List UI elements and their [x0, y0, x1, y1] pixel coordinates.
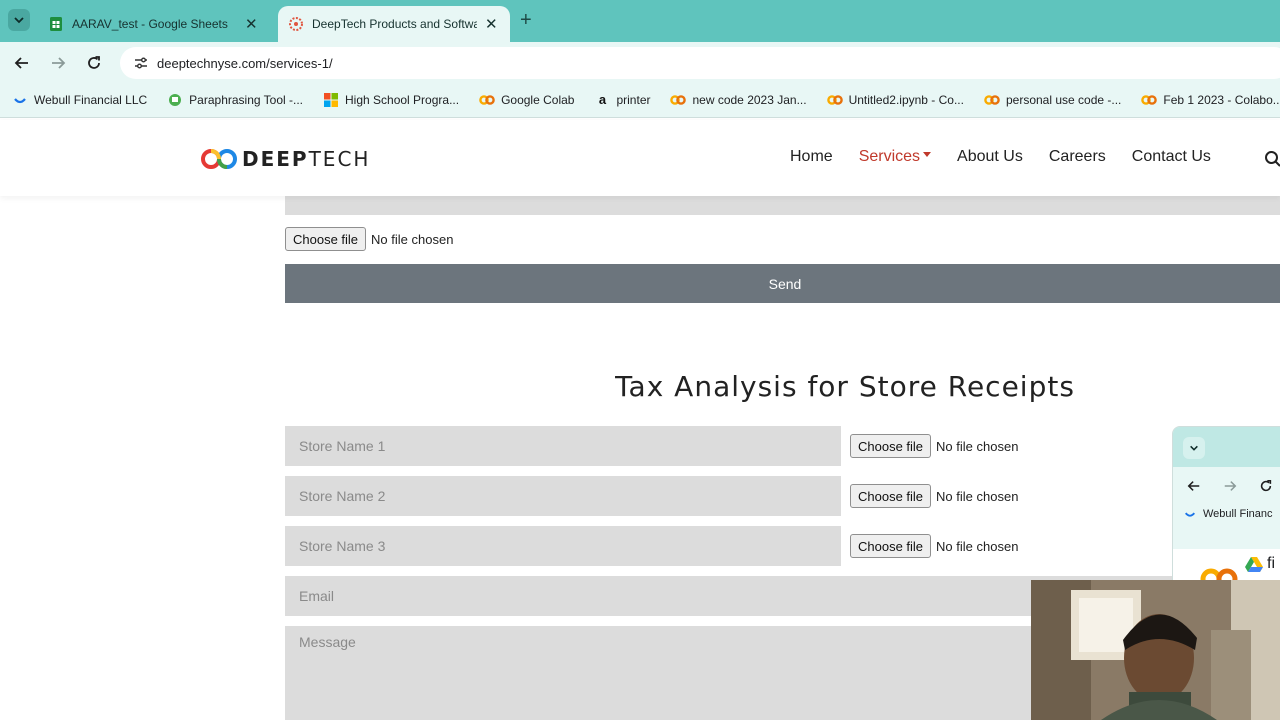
browser-tab-strip: AARAV_test - Google Sheets ✕ DeepTech Pr…: [0, 0, 1280, 42]
webull-icon: [1184, 512, 1196, 517]
url-text: deeptechnyse.com/services-1/: [157, 55, 333, 71]
bookmark-label: Untitled2.ipynb - Co...: [848, 92, 964, 107]
bookmark-label: Webull Financ: [1203, 508, 1273, 520]
nav-contact-us[interactable]: Contact Us: [1132, 148, 1211, 166]
colab-icon: [479, 92, 495, 108]
file-status: No file chosen: [936, 488, 1019, 504]
choose-file-button[interactable]: Choose file: [850, 534, 932, 558]
close-icon[interactable]: ✕: [245, 17, 258, 32]
secondary-tab-strip: [1173, 427, 1280, 467]
main-navigation: Home Services About Us Careers Contact U…: [790, 148, 1237, 166]
logo-text: DEEPTECH: [242, 147, 371, 171]
section-title: Tax Analysis for Store Receipts: [615, 370, 1075, 403]
store-name-3-input[interactable]: Store Name 3: [285, 526, 841, 566]
bookmark-label: personal use code -...: [1005, 92, 1122, 107]
bookmark-label: printer: [616, 92, 651, 107]
tab-search-button[interactable]: [1183, 437, 1205, 459]
file-status: No file chosen: [371, 231, 454, 247]
chevron-down-icon: [1190, 445, 1198, 451]
bookmark-paraphrasing-tool[interactable]: Paraphrasing Tool -...: [167, 92, 303, 108]
colab-icon: [984, 92, 1000, 108]
reload-button[interactable]: [83, 52, 105, 74]
microsoft-icon: [323, 92, 339, 108]
bookmark-high-school-programs[interactable]: High School Progra...: [323, 92, 459, 108]
nav-services-label: Services: [858, 148, 921, 165]
deeptech-logo-icon: [201, 149, 237, 169]
deeptech-logo[interactable]: DEEPTECH: [200, 147, 370, 171]
site-header: DEEPTECH Home Services About Us Careers …: [0, 120, 1280, 196]
chevron-down-icon: [14, 17, 24, 24]
reload-icon[interactable]: [1259, 479, 1273, 493]
forward-button[interactable]: [47, 52, 69, 74]
tab-google-sheets[interactable]: AARAV_test - Google Sheets ✕: [38, 6, 274, 42]
bookmark-webull[interactable]: Webull Financial LLC: [12, 92, 147, 108]
secondary-toolbar: [1173, 467, 1280, 503]
bookmark-label: Paraphrasing Tool -...: [189, 92, 304, 107]
choose-file-button[interactable]: Choose file: [850, 484, 932, 508]
colab-icon: [670, 92, 687, 108]
tab-deeptech[interactable]: DeepTech Products and Softwa ✕: [278, 6, 510, 42]
sheets-icon: [50, 17, 62, 31]
browser-toolbar: deeptechnyse.com/services-1/: [0, 42, 1280, 82]
bookmark-label: Google Colab: [501, 92, 575, 107]
forward-arrow-icon[interactable]: [1223, 479, 1237, 493]
bookmark-google-colab[interactable]: Google Colab: [479, 92, 574, 108]
secondary-browser-window[interactable]: Webull Financ fi: [1172, 426, 1280, 586]
nav-about-us[interactable]: About Us: [957, 148, 1023, 166]
bookmark-untitled2[interactable]: Untitled2.ipynb - Co...: [826, 92, 964, 108]
reload-icon: [88, 56, 100, 69]
webcam-video-feed: [1031, 580, 1280, 720]
bookmark-label: new code 2023 Jan...: [692, 92, 807, 107]
file-status: No file chosen: [936, 438, 1019, 454]
bookmark-webull[interactable]: Webull Financ: [1173, 503, 1280, 525]
colab-icon: [826, 92, 843, 108]
store-name-2-input[interactable]: Store Name 2: [285, 476, 841, 516]
upper-file-upload: Choose file No file chosen: [285, 227, 453, 251]
colab-icon: [1141, 92, 1158, 108]
back-button[interactable]: [11, 52, 33, 74]
google-drive-icon: [1245, 557, 1263, 572]
nav-careers[interactable]: Careers: [1049, 148, 1106, 166]
site-search-button[interactable]: [1264, 150, 1280, 173]
nav-home[interactable]: Home: [790, 148, 833, 166]
webull-icon: [12, 92, 28, 108]
back-arrow-icon: [14, 57, 28, 69]
forward-arrow-icon: [52, 57, 66, 69]
bookmark-printer[interactable]: a printer: [594, 92, 651, 108]
bookmark-label: High School Progra...: [345, 92, 460, 107]
previous-form-field[interactable]: [285, 196, 1280, 215]
file-status: No file chosen: [936, 538, 1019, 554]
close-icon[interactable]: ✕: [485, 17, 498, 32]
bookmarks-bar: Webull Financial LLC Paraphrasing Tool -…: [0, 82, 1280, 118]
caret-down-icon: [923, 152, 932, 158]
back-arrow-icon[interactable]: [1187, 479, 1201, 493]
deeptech-favicon-icon: [289, 17, 303, 31]
tab-search-button[interactable]: [8, 9, 30, 31]
quillbot-icon: [167, 92, 183, 108]
store-3-file-upload: Choose file No file chosen: [850, 534, 1018, 558]
nav-services[interactable]: Services: [858, 148, 932, 166]
store-name-1-input[interactable]: Store Name 1: [285, 426, 841, 466]
choose-file-button[interactable]: Choose file: [285, 227, 367, 251]
bookmark-personal-use-code[interactable]: personal use code -...: [984, 92, 1121, 108]
site-info-icon[interactable]: [130, 52, 152, 74]
address-bar[interactable]: deeptechnyse.com/services-1/: [120, 47, 1280, 79]
webcam-overlay: [1031, 580, 1280, 720]
search-icon: [1265, 151, 1280, 167]
store-1-file-upload: Choose file No file chosen: [850, 434, 1018, 458]
store-2-file-upload: Choose file No file chosen: [850, 484, 1018, 508]
bookmark-new-code[interactable]: new code 2023 Jan...: [670, 92, 807, 108]
bookmark-label: Webull Financial LLC: [34, 92, 148, 107]
bookmark-feb-1-2023[interactable]: Feb 1 2023 - Colabo...: [1141, 92, 1280, 108]
new-tab-button[interactable]: +: [520, 9, 532, 31]
choose-file-button[interactable]: Choose file: [850, 434, 932, 458]
tab-title: DeepTech Products and Softwa: [312, 17, 477, 31]
partial-title-text: fi: [1267, 555, 1275, 572]
send-button[interactable]: Send: [285, 264, 1280, 303]
bookmark-label: Feb 1 2023 - Colabo...: [1163, 92, 1280, 107]
amazon-icon: a: [598, 92, 607, 107]
tab-title: AARAV_test - Google Sheets: [72, 17, 228, 31]
